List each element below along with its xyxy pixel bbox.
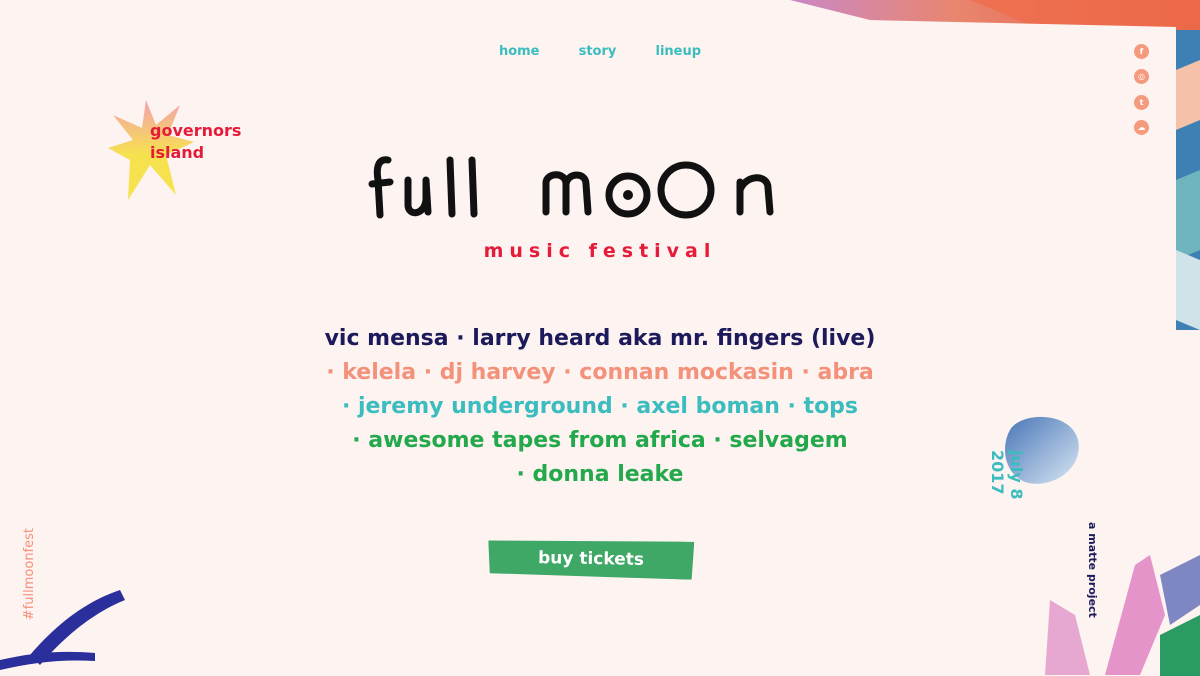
instagram-icon[interactable]: ◎ [1134,69,1149,84]
credit-link[interactable]: a matte project [1086,522,1099,618]
date-year: 2017 [988,450,1007,495]
logo-subtitle: music festival [483,240,717,262]
soundcloud-icon[interactable]: ☁ [1134,120,1149,135]
top-nav: home story lineup [0,40,1200,59]
nav-story[interactable]: story [579,44,617,59]
date-day: july 8 [1007,450,1026,500]
badge-line-2: island [150,143,205,162]
facebook-icon[interactable]: f [1134,44,1149,59]
festival-logo [368,156,774,219]
nav-lineup[interactable]: lineup [655,44,701,59]
lineup-line: vic mensa · larry heard aka mr. fingers … [324,326,876,351]
decorative-bottom-right-shapes [1045,555,1200,676]
nav-home[interactable]: home [499,44,540,59]
hashtag-link[interactable]: #fullmoonfest [22,528,37,620]
lineup-line: · kelela · dj harvey · connan mockasin ·… [326,360,874,385]
badge-line-1: governors [150,121,242,140]
buy-tickets-button[interactable]: buy tickets [488,538,695,580]
event-date: july 8 2017 [988,450,1026,500]
twitter-icon[interactable]: t [1134,95,1149,110]
location-badge: governors island [150,120,241,164]
